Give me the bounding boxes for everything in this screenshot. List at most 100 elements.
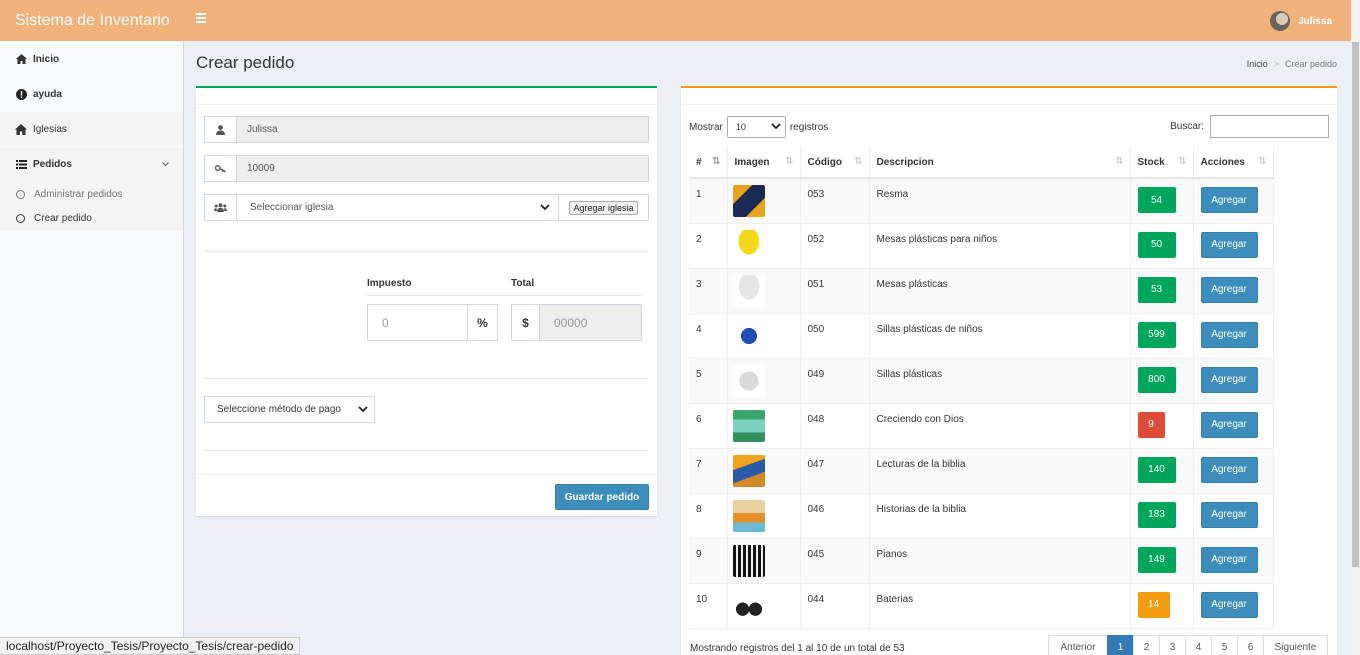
column-header[interactable]: Código ⇅ <box>800 147 870 179</box>
table-row: 1 053 Resma 54 Agregar <box>689 178 1274 224</box>
row-number: 1 <box>689 178 728 224</box>
user-menu[interactable]: Julissa <box>1270 11 1332 31</box>
row-number: 5 <box>689 358 728 404</box>
row-number: 10 <box>689 583 728 629</box>
product-image <box>732 409 765 442</box>
product-description: Sillas plásticas de niños <box>869 313 1131 359</box>
sort-icon: ⇅ <box>785 156 794 167</box>
dollar-addon: $ <box>512 305 540 340</box>
breadcrumb: Inicio > Crear pedido <box>1246 59 1337 69</box>
add-product-button[interactable]: Agregar <box>1200 456 1258 483</box>
browser-status-bar: localhost/Proyecto_Tesis/Proyecto_Tesis/… <box>0 637 301 655</box>
products-box: Mostrar 10 registros Buscar: # ⇅ Imagen ⇅ … <box>681 86 1337 655</box>
add-product-button[interactable]: Agregar <box>1200 366 1258 393</box>
products-table: # ⇅ Imagen ⇅ Código ⇅ Descripcion ⇅ Stock ⇅ A… <box>689 147 1274 629</box>
total-input[interactable]: 00000 <box>540 305 641 340</box>
sidebar-item-ayuda[interactable]: ayuda <box>0 77 183 111</box>
church-field: Seleccionar iglesia Agregar iglesia <box>204 194 649 221</box>
add-product-button[interactable]: Agregar <box>1200 187 1258 213</box>
page-scrollbar[interactable] <box>1351 0 1360 655</box>
sidebar-item-inicio[interactable]: Inicio <box>0 42 183 76</box>
church-select-value: Seleccionar iglesia <box>250 202 334 213</box>
divider <box>204 251 648 252</box>
sidebar-item-pedidos[interactable]: Pedidos <box>0 147 183 181</box>
stock-badge: 53 <box>1137 276 1176 303</box>
user-name: Julissa <box>1298 15 1332 27</box>
user-field: Julissa <box>204 116 649 143</box>
sidebar-item-label: Iglesias <box>33 123 67 135</box>
search-input[interactable] <box>1210 115 1329 138</box>
column-header[interactable]: Descripcion ⇅ <box>869 147 1131 179</box>
church-select[interactable]: Seleccionar iglesia <box>237 195 559 220</box>
product-description: Historias de la biblia <box>869 493 1131 539</box>
table-row: 4 050 Sillas plásticas de niños 599 Agre… <box>689 313 1274 359</box>
sidebar-item-label: Pedidos <box>33 158 72 170</box>
sort-icon: ⇅ <box>1115 156 1124 167</box>
product-description: Baterias <box>869 583 1131 629</box>
column-header[interactable]: Acciones ⇅ <box>1193 147 1274 179</box>
product-code: 051 <box>800 268 870 314</box>
product-code: 050 <box>800 313 870 359</box>
percent-addon: % <box>467 305 497 340</box>
divider <box>204 450 648 451</box>
add-product-button[interactable]: Agregar <box>1200 501 1258 528</box>
list-icon <box>15 159 27 169</box>
product-description: Resma <box>869 178 1131 224</box>
pagination-page[interactable]: 2 <box>1133 635 1160 655</box>
stock-badge: 14 <box>1137 591 1170 618</box>
pagination-previous[interactable]: Anterior <box>1048 635 1108 655</box>
sort-asc-icon: ⇅ <box>712 156 721 167</box>
sidebar-item-iglesias[interactable]: Iglesias <box>0 112 183 146</box>
payment-method-select[interactable]: Seleccione método de pago <box>204 396 375 423</box>
add-product-button[interactable]: Agregar <box>1200 231 1258 258</box>
table-row: 3 051 Mesas plásticas 53 Agregar <box>689 268 1274 314</box>
tax-input[interactable]: 0 <box>368 305 467 340</box>
breadcrumb-home[interactable]: Inicio <box>1247 59 1268 69</box>
add-church-button[interactable]: Agregar iglesia <box>569 200 638 215</box>
pagination-page[interactable]: 3 <box>1159 635 1186 655</box>
sidebar-subitem-label: Crear pedido <box>34 212 92 224</box>
column-header[interactable]: Imagen ⇅ <box>727 147 801 179</box>
code-field: 10009 <box>204 155 649 182</box>
sidebar-subitem-administrar-pedidos[interactable]: Administrar pedidos <box>0 182 183 206</box>
product-description: Lecturas de la biblia <box>869 448 1131 494</box>
pagination-page[interactable]: 5 <box>1211 635 1238 655</box>
info-circle-icon <box>15 88 27 100</box>
page-length-select[interactable]: 10 <box>726 116 786 138</box>
add-product-button[interactable]: Agregar <box>1200 276 1258 303</box>
sidebar-subitem-crear-pedido[interactable]: Crear pedido <box>0 206 183 230</box>
add-product-button[interactable]: Agregar <box>1200 321 1258 348</box>
pagination-page[interactable]: 6 <box>1237 635 1264 655</box>
chevron-down-icon <box>540 203 550 214</box>
pagination-page[interactable]: 4 <box>1185 635 1212 655</box>
total-field: $ 00000 <box>511 304 642 341</box>
row-number: 9 <box>689 538 728 584</box>
column-header[interactable]: # ⇅ <box>689 147 728 179</box>
total-label: Total <box>511 278 535 289</box>
row-number: 3 <box>689 268 728 314</box>
user-input[interactable]: Julissa <box>237 117 648 142</box>
product-description: Sillas plásticas <box>869 358 1131 404</box>
save-order-button[interactable]: Guardar pedido <box>555 484 649 510</box>
page-title: Crear pedido <box>196 53 295 72</box>
sidebar-toggle-icon[interactable] <box>196 13 206 25</box>
app-logo[interactable]: Sistema de Inventario <box>0 0 183 41</box>
search-label: Buscar: <box>1170 121 1204 132</box>
product-code: 049 <box>800 358 870 404</box>
product-image <box>732 544 765 577</box>
table-row: 6 048 Creciendo con Dios 9 Agregar <box>689 403 1274 449</box>
key-icon <box>205 156 237 181</box>
divider <box>204 378 648 379</box>
code-input[interactable]: 10009 <box>237 156 648 181</box>
add-product-button[interactable]: Agregar <box>1200 411 1258 438</box>
users-icon <box>205 195 237 220</box>
pagination-next[interactable]: Siguiente <box>1263 635 1328 655</box>
table-search: Buscar: <box>1170 115 1329 138</box>
add-product-button[interactable]: Agregar <box>1200 546 1258 573</box>
add-product-button[interactable]: Agregar <box>1200 591 1258 618</box>
chevron-down-icon <box>358 405 368 416</box>
sidebar-item-label: ayuda <box>33 88 62 100</box>
records-label: registros <box>789 121 829 133</box>
pagination-page[interactable]: 1 <box>1107 635 1134 655</box>
column-header[interactable]: Stock ⇅ <box>1130 147 1194 179</box>
